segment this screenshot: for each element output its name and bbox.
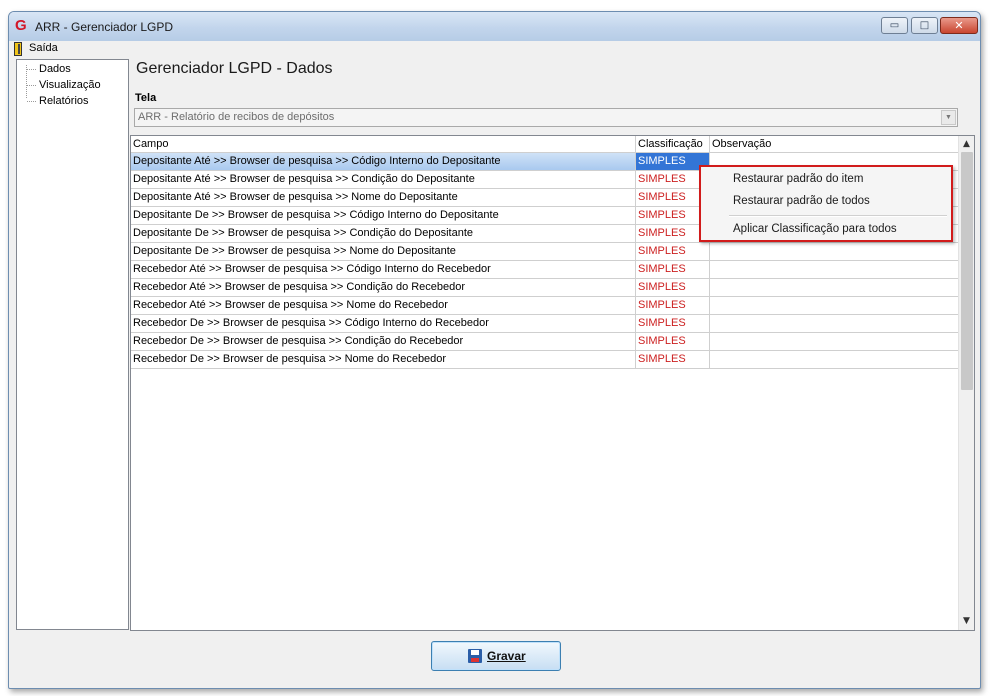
table-row[interactable]: Recebedor De >> Browser de pesquisa >> C… [131,333,959,351]
cell-classificacao[interactable]: SIMPLES [636,261,710,279]
scroll-up-icon[interactable]: ▲ [959,138,974,150]
context-menu-separator [729,215,947,217]
cell-campo: Recebedor Até >> Browser de pesquisa >> … [131,279,636,297]
scroll-thumb[interactable] [961,152,973,390]
table-row[interactable]: Recebedor Até >> Browser de pesquisa >> … [131,261,959,279]
cell-campo: Depositante De >> Browser de pesquisa >>… [131,207,636,225]
screen-select-value: ARR - Relatório de recibos de depósitos [138,111,335,123]
menu-item-exit[interactable]: Saída [29,42,58,54]
cell-campo: Recebedor De >> Browser de pesquisa >> C… [131,315,636,333]
cell-observacao[interactable] [710,315,959,333]
cell-observacao[interactable] [710,279,959,297]
app-logo-icon: G [15,17,27,34]
column-header-observacao[interactable]: Observação [710,136,959,152]
context-menu-item-apply-classification[interactable]: Aplicar Classificação para todos [733,223,897,235]
nav-item-dados[interactable]: Dados [27,63,71,75]
cell-observacao[interactable] [710,297,959,315]
table-row[interactable]: Depositante De >> Browser de pesquisa >>… [131,243,959,261]
table-row[interactable]: Recebedor Até >> Browser de pesquisa >> … [131,297,959,315]
cell-campo: Depositante De >> Browser de pesquisa >>… [131,225,636,243]
cell-campo: Recebedor De >> Browser de pesquisa >> C… [131,333,636,351]
floppy-disk-icon [468,649,482,663]
grid-header: Campo Classificação Observação [131,136,959,153]
title-bar[interactable]: G ARR - Gerenciador LGPD ▭ □ ✕ [9,12,980,42]
chevron-down-icon[interactable]: ▼ [941,110,956,125]
cell-campo: Depositante De >> Browser de pesquisa >>… [131,243,636,261]
table-row[interactable]: Recebedor De >> Browser de pesquisa >> C… [131,315,959,333]
app-window: G ARR - Gerenciador LGPD ▭ □ ✕ Saída Dad… [8,11,981,689]
nav-item-relatorios[interactable]: Relatórios [27,95,89,107]
save-button-label: Gravar [487,649,526,663]
menu-bar: Saída [9,41,980,58]
close-button[interactable]: ✕ [940,17,978,34]
cell-classificacao[interactable]: SIMPLES [636,333,710,351]
cell-classificacao[interactable]: SIMPLES [636,243,710,261]
table-row[interactable]: Recebedor De >> Browser de pesquisa >> N… [131,351,959,369]
cell-classificacao[interactable]: SIMPLES [636,351,710,369]
cell-observacao[interactable] [710,333,959,351]
column-header-classificacao[interactable]: Classificação [636,136,710,152]
context-menu-item-restore-all[interactable]: Restaurar padrão de todos [733,195,870,207]
cell-observacao[interactable] [710,243,959,261]
screen-select[interactable]: ARR - Relatório de recibos de depósitos … [134,108,958,127]
cell-campo: Depositante Até >> Browser de pesquisa >… [131,171,636,189]
nav-item-visualizacao[interactable]: Visualização [27,79,101,91]
cell-classificacao[interactable]: SIMPLES [636,297,710,315]
screen-label: Tela [135,92,157,104]
cell-campo: Recebedor De >> Browser de pesquisa >> N… [131,351,636,369]
scroll-down-icon[interactable]: ▼ [959,615,974,627]
cell-campo: Recebedor Até >> Browser de pesquisa >> … [131,261,636,279]
save-button[interactable]: Gravar [431,641,561,671]
cell-observacao[interactable] [710,261,959,279]
window-title: ARR - Gerenciador LGPD [35,20,174,34]
table-row[interactable]: Recebedor Até >> Browser de pesquisa >> … [131,279,959,297]
cell-classificacao[interactable]: SIMPLES [636,315,710,333]
vertical-scrollbar[interactable]: ▲ ▼ [958,136,974,630]
column-header-campo[interactable]: Campo [131,136,636,152]
navigation-tree: Dados Visualização Relatórios [16,59,129,630]
exit-door-icon[interactable] [14,42,22,56]
cell-campo: Depositante Até >> Browser de pesquisa >… [131,189,636,207]
cell-campo: Depositante Até >> Browser de pesquisa >… [131,153,636,171]
cell-observacao[interactable] [710,351,959,369]
maximize-button[interactable]: □ [911,17,938,34]
context-menu: Restaurar padrão do item Restaurar padrã… [699,165,953,242]
page-title: Gerenciador LGPD - Dados [136,60,333,77]
minimize-button[interactable]: ▭ [881,17,908,34]
cell-campo: Recebedor Até >> Browser de pesquisa >> … [131,297,636,315]
context-menu-item-restore-item[interactable]: Restaurar padrão do item [733,173,863,185]
cell-classificacao[interactable]: SIMPLES [636,279,710,297]
